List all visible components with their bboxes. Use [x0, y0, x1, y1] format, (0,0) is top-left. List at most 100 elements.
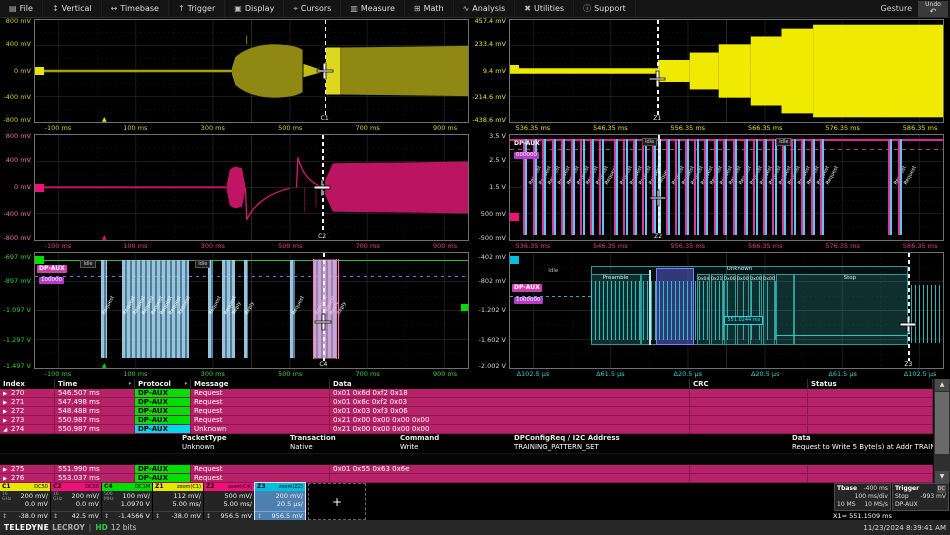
expand-arrow-icon[interactable]: ▶ [3, 408, 11, 415]
z2-bus-label[interactable]: DP-AUX [512, 140, 542, 148]
undo-button[interactable]: Undo↶ [918, 1, 948, 17]
menu-cursors[interactable]: Cursors [284, 0, 341, 17]
timebase-box[interactable]: Tbase-400 ms 100 ms/div 10 MS10 MS/s [834, 483, 891, 511]
menu-bar: File Vertical Timebase Trigger Display C… [0, 0, 950, 18]
z3-byte-segment[interactable]: 0x21 [711, 274, 723, 345]
menu-utilities[interactable]: Utilities [515, 0, 574, 17]
zoom-descriptor-z1[interactable]: Z1zoom(C1) 112 mV/5.00 ms/ ↕-38.0 mV [153, 483, 203, 520]
zoom-id: Z2 [206, 483, 215, 491]
c4-cursor-line[interactable] [323, 253, 325, 368]
col-protocol[interactable]: Protocol▾ [135, 379, 191, 389]
menu-file[interactable]: File [0, 0, 43, 17]
math-icon [414, 4, 421, 13]
menu-label: Support [594, 4, 626, 13]
x-tick: 900 ms [433, 124, 457, 132]
channel-descriptor-c1[interactable]: C1DC50 16GHz 200 mV/0.0 mV ↕-38.0 mV [0, 483, 50, 520]
z2-cursor-line[interactable] [658, 135, 660, 240]
z1-channel-marker [510, 65, 519, 73]
trigger-box[interactable]: TriggerDC Stop-993 mV DP-AUX [892, 483, 949, 511]
trigger-level: -993 mV [921, 493, 946, 501]
z3-byte-segment[interactable]: 0x00 [750, 274, 762, 345]
y-tick: 0 mV [14, 183, 31, 191]
col-data[interactable]: Data [330, 379, 690, 389]
waveform-plot-c1[interactable]: C1 [34, 19, 469, 123]
col-status[interactable]: Status [808, 379, 933, 389]
sort-arrow-icon[interactable]: ▾ [184, 379, 187, 389]
c2-x-axis: -100 ms 100 ms 300 ms 500 ms 700 ms 900 … [34, 241, 469, 251]
y-tick: -500 mV [478, 234, 506, 242]
vertical-icon [52, 4, 59, 13]
channel-descriptor-c4[interactable]: C4DC1M 500MHz 100 mV/1.0970 V ↕-1.4566 V [102, 483, 152, 520]
zoom-descriptor-z2[interactable]: Z2zoom(C4) 500 mV/5.00 ms/ ↕956.5 mV [204, 483, 254, 520]
col-message[interactable]: Message [191, 379, 330, 389]
z3-right-burst [911, 285, 943, 343]
y-tick: -2.002 V [479, 362, 506, 370]
z3-byte-value: 0x00 [750, 277, 762, 282]
protocol-badge: DP-AUX [135, 398, 191, 406]
z3-byte-segment[interactable]: 0x00 [737, 274, 749, 345]
expand-arrow-icon[interactable]: ▶ [3, 466, 11, 473]
timebase-title: Tbase [837, 485, 857, 493]
expand-arrow-icon[interactable]: ▶ [3, 399, 11, 406]
z2-bus-value: 000000 [514, 152, 539, 159]
menu-vertical[interactable]: Vertical [43, 0, 102, 17]
scrollbar-thumb[interactable] [935, 392, 949, 454]
x-tick: 586.35 ms [903, 242, 938, 250]
collapse-arrow-icon[interactable]: ◢ [3, 426, 11, 433]
menu-label: Vertical [62, 4, 92, 13]
c1-waveform [35, 20, 468, 122]
table-row[interactable]: ▶272 548.488 ms DP-AUX Request 0x01 0x03… [0, 407, 950, 416]
expand-arrow-icon[interactable]: ▶ [3, 417, 11, 424]
c4-y-axis: -697 mV -897 mV -1.097 V -1.297 V -1.497… [0, 251, 33, 369]
table-row[interactable]: ▶273 550.987 ms DP-AUX Request 0x21 0x00… [0, 416, 950, 425]
z3-byte-segment[interactable]: 0x00 [763, 274, 775, 345]
y-tick: -1.497 V [4, 362, 31, 370]
c4-x-axis: -100 ms 100 ms 300 ms 500 ms 700 ms 900 … [34, 369, 469, 379]
menu-measure[interactable]: Measure [341, 0, 405, 17]
z3-cursor-line[interactable] [908, 253, 910, 368]
descriptor-strip: C1DC50 16GHz 200 mV/0.0 mV ↕-38.0 mV C2D… [0, 483, 950, 520]
channel-descriptor-c2[interactable]: C2DC50 16GHz 200 mV/0.0 mV ↕42.5 mV [51, 483, 101, 520]
grid-panel-z3: -402 mV -802 mV -1.202 V -1.602 V -2.002… [475, 251, 950, 379]
z3-byte-value: 0x00 [737, 277, 749, 282]
waveform-plot-c2[interactable]: C2 [34, 134, 469, 241]
waveform-plot-c4[interactable]: RequestRequestRequestRequestRequestReque… [34, 252, 469, 369]
idle-annotation: Idle [80, 260, 95, 268]
waveform-plot-z1[interactable]: Z1 [509, 19, 944, 123]
z1-x-axis: 536.35 ms 546.35 ms 556.35 ms 566.35 ms … [509, 123, 944, 133]
table-row[interactable]: ▶275 551.990 ms DP-AUX Request 0x01 0x55… [0, 465, 950, 474]
menu-math[interactable]: Math [405, 0, 454, 17]
scroll-up-button[interactable]: ▲ [935, 379, 949, 391]
scroll-down-button[interactable]: ▼ [935, 471, 949, 483]
waveform-plot-z3[interactable]: Idle Unknown Preamble 0x04 0x21 0x00 0x0… [509, 252, 944, 369]
c4-bus-label[interactable]: DP-AUX [37, 265, 67, 273]
add-trace-button[interactable]: + [308, 483, 366, 520]
bandwidth-icon: 500MHz [104, 492, 116, 511]
col-index[interactable]: Index [0, 379, 55, 389]
bit-depth-label: 12 bits [111, 523, 137, 532]
table-row[interactable]: ▶270 546.507 ms DP-AUX Request 0x01 0x6d… [0, 389, 950, 398]
table-row[interactable]: ▶271 547.498 ms DP-AUX Request 0x01 0x6c… [0, 398, 950, 407]
menu-timebase[interactable]: Timebase [102, 0, 169, 17]
table-scrollbar[interactable]: ▲ ▼ [933, 379, 950, 483]
expand-arrow-icon[interactable]: ▶ [3, 475, 11, 482]
z3-byte-segment[interactable]: 0x00 [724, 274, 736, 345]
measure-icon [350, 4, 358, 13]
table-row-expanded[interactable]: ◢274 550.987 ms DP-AUX Unknown 0x21 0x00… [0, 425, 950, 434]
sort-arrow-icon[interactable]: ▾ [128, 379, 131, 389]
waveform-plot-z2[interactable]: RequestRequestRequestRequestRequestReque… [509, 134, 944, 241]
menu-support[interactable]: Support [574, 0, 636, 17]
zoom-vscale: 200 mV/ [257, 492, 303, 500]
z3-byte-segment[interactable]: 0x04 [697, 274, 709, 345]
col-time[interactable]: Time▾ [55, 379, 135, 389]
table-row[interactable]: ▶276 553.037 ms DP-AUX Request [0, 474, 950, 483]
x-tick: Δ20.5 μs [751, 370, 780, 378]
c2-cursor-label: C2 [316, 233, 328, 240]
col-crc[interactable]: CRC [690, 379, 808, 389]
menu-display[interactable]: Display [225, 0, 284, 17]
expand-arrow-icon[interactable]: ▶ [3, 390, 11, 397]
zoom-descriptor-z3[interactable]: Z3zoom(Z2) 200 mV/20.5 μs/ ↕956.5 mV [255, 483, 305, 520]
z3-bus-label[interactable]: DP-AUX [512, 284, 542, 292]
menu-trigger[interactable]: Trigger [169, 0, 225, 17]
menu-analysis[interactable]: Analysis [454, 0, 516, 17]
